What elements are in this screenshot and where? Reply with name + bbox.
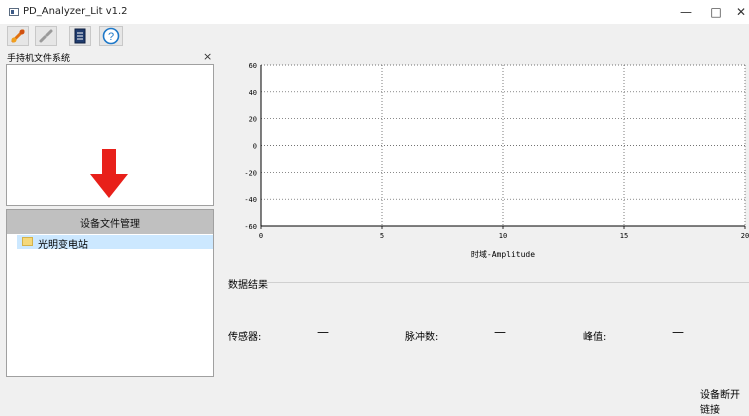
disconnect-button[interactable] bbox=[35, 26, 57, 46]
y-tick-label: 20 bbox=[249, 116, 257, 124]
folder-icon bbox=[22, 237, 33, 246]
peak-value: — bbox=[672, 325, 684, 339]
connection-status: 设备断开链接 bbox=[700, 390, 740, 416]
app-icon bbox=[9, 8, 19, 16]
y-tick-label: -20 bbox=[244, 169, 257, 177]
y-tick-label: -40 bbox=[244, 196, 257, 204]
y-tick-label: 60 bbox=[249, 62, 257, 70]
help-icon: ? bbox=[102, 27, 120, 45]
sensor-label: 传感器: bbox=[228, 332, 262, 343]
help-button[interactable]: ? bbox=[99, 26, 123, 46]
filesystem-panel-close-button[interactable]: × bbox=[203, 50, 212, 63]
x-tick-label: 5 bbox=[380, 232, 384, 240]
connect-icon bbox=[11, 29, 25, 43]
maximize-button[interactable]: □ bbox=[704, 4, 728, 20]
device-file-manager-header[interactable]: 设备文件管理 bbox=[7, 210, 213, 234]
results-section-title: 数据结果 bbox=[228, 280, 268, 291]
y-tick-label: 0 bbox=[253, 143, 257, 151]
y-tick-label: 40 bbox=[249, 89, 257, 97]
pulse-count-label: 脉冲数: bbox=[405, 332, 439, 343]
document-icon bbox=[74, 28, 86, 44]
arrow-down-icon bbox=[90, 149, 128, 198]
document-button[interactable] bbox=[69, 26, 91, 46]
filesystem-panel-title: 手持机文件系统 bbox=[7, 54, 71, 64]
x-tick-label: 0 bbox=[259, 232, 263, 240]
sensor-value: — bbox=[317, 325, 329, 339]
x-tick-label: 20 bbox=[741, 232, 749, 240]
x-tick-label: 15 bbox=[620, 232, 628, 240]
y-tick-label: -60 bbox=[244, 223, 257, 231]
pulse-count-value: — bbox=[494, 325, 506, 339]
connect-button[interactable] bbox=[7, 26, 29, 46]
amplitude-chart: 6040200-20-40-600 5 10 15 20时域-Amplitude bbox=[244, 62, 749, 259]
peak-label: 峰值: bbox=[583, 332, 607, 343]
x-tick-label: 10 bbox=[499, 232, 507, 240]
disconnect-icon bbox=[39, 29, 53, 43]
help-glyph: ? bbox=[108, 31, 114, 43]
x-axis-label: 时域-Amplitude bbox=[471, 249, 535, 259]
results-divider bbox=[262, 282, 749, 283]
close-button[interactable]: ✕ bbox=[733, 4, 749, 20]
minimize-button[interactable]: — bbox=[674, 4, 698, 20]
device-tree-item-label: 光明变电站 bbox=[38, 240, 88, 251]
window-title: PD_Analyzer_Lit v1.2 bbox=[23, 6, 128, 17]
